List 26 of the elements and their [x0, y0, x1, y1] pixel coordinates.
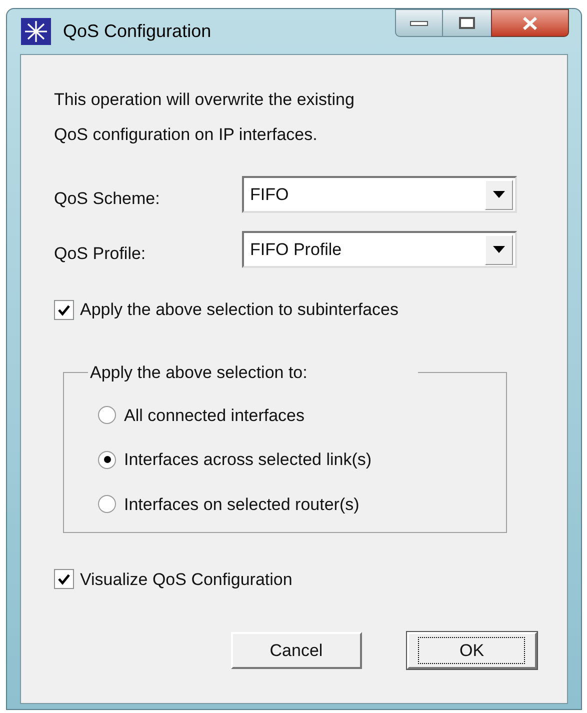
check-mark-icon: [57, 302, 71, 317]
dialog-button[interactable]: Cancel: [231, 632, 362, 669]
radio-label: Interfaces on selected router(s): [124, 494, 360, 516]
close-button[interactable]: [491, 9, 569, 37]
message-text: This operation will overwrite the existing: [54, 89, 356, 111]
radio-button[interactable]: [98, 495, 116, 514]
field-label: QoS Scheme:: [54, 188, 161, 210]
radio-button[interactable]: [98, 406, 116, 424]
checkbox-label: Visualize QoS Configuration: [80, 568, 292, 590]
app-icon: [21, 18, 51, 45]
message-text: QoS configuration on IP interfaces.: [54, 124, 318, 146]
checkbox[interactable]: [54, 569, 74, 590]
checkbox[interactable]: [54, 300, 74, 320]
window-title: QoS Configuration: [63, 20, 212, 43]
checkbox-label: Apply the above selection to subinterfaces: [80, 299, 398, 321]
maximize-button[interactable]: [443, 9, 491, 37]
field-label: QoS Profile:: [54, 242, 147, 265]
close-icon: [522, 16, 538, 30]
dialog-button[interactable]: OK: [406, 632, 537, 669]
radio-label: All connected interfaces: [124, 404, 304, 426]
radio-label: Interfaces across selected link(s): [124, 449, 372, 471]
dropdown-field[interactable]: FIFO: [242, 176, 517, 213]
dropdown-field[interactable]: FIFO Profile: [242, 231, 517, 268]
radio-button[interactable]: [98, 450, 116, 469]
minimize-button[interactable]: [395, 9, 443, 37]
check-mark-icon: [57, 572, 71, 586]
